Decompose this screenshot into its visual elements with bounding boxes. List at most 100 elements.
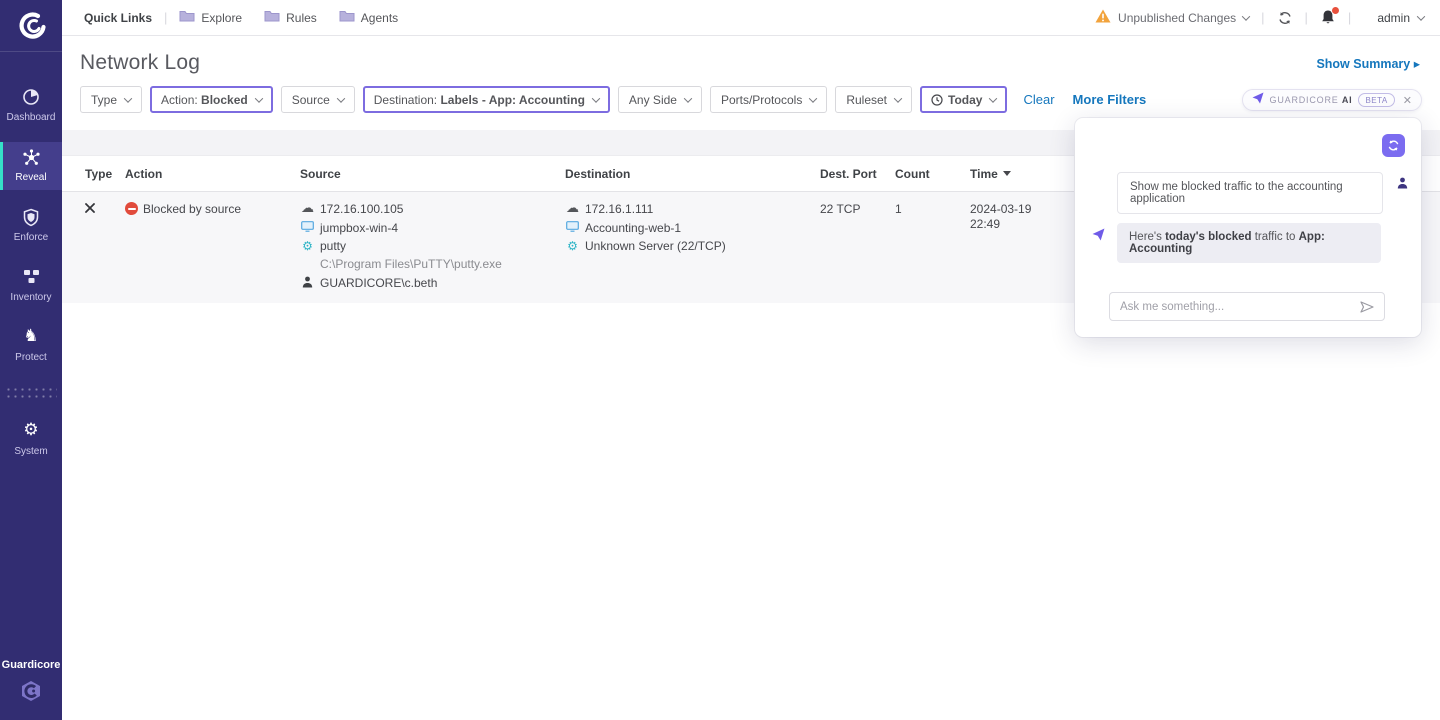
cell-source: ☁172.16.100.105 jumpbox-win-4 ⚙putty C:\… [300, 202, 565, 290]
nav-link-label: Agents [361, 11, 398, 25]
ai-input-container [1109, 292, 1385, 321]
chevron-down-icon [684, 94, 692, 102]
sidebar: Dashboard Reveal Enforce [0, 0, 62, 720]
cell-destination: ☁172.16.1.111 Accounting-web-1 ⚙Unknown … [565, 202, 820, 290]
sidebar-item-protect[interactable]: ♞ Protect [0, 322, 62, 370]
user-avatar-icon [1397, 176, 1408, 194]
gear-icon: ⚙ [0, 422, 62, 442]
sidebar-item-reveal[interactable]: Reveal [0, 142, 62, 190]
clock-icon [931, 94, 943, 106]
sidebar-item-label: Reveal [15, 172, 46, 183]
show-summary-link[interactable]: Show Summary ▸ [1316, 57, 1420, 71]
dashboard-icon [0, 88, 62, 108]
nav-link-agents[interactable]: Agents [339, 10, 398, 25]
filter-any-side[interactable]: Any Side [618, 86, 702, 113]
filter-bar: Type Action: Blocked Source Destination:… [80, 86, 1146, 113]
user-icon [300, 276, 315, 290]
sidebar-item-label: Inventory [10, 292, 51, 303]
unpublished-changes-label: Unpublished Changes [1118, 11, 1236, 25]
sidebar-item-label: System [14, 446, 47, 457]
caret-right-icon: ▸ [1414, 58, 1420, 71]
nav-link-label: Rules [286, 11, 317, 25]
divider: | [164, 10, 167, 25]
ai-brand-label: GUARDICORE AI [1270, 95, 1353, 105]
filter-action[interactable]: Action: Blocked [150, 86, 273, 113]
ai-reply-message: Here's today's blocked traffic to App: A… [1117, 223, 1381, 263]
filter-ruleset[interactable]: Ruleset [835, 86, 912, 113]
monitor-icon [300, 221, 315, 234]
process-gear-icon: ⚙ [565, 240, 580, 252]
chevron-down-icon [894, 94, 902, 102]
ai-question-input[interactable] [1120, 301, 1360, 313]
quick-links-button[interactable]: Quick Links [84, 11, 152, 25]
username-label: admin [1377, 11, 1410, 25]
sidebar-divider [5, 386, 57, 400]
user-menu[interactable]: admin [1377, 11, 1424, 25]
guardicore-ai-toggle[interactable]: GUARDICORE AI BETA ✕ [1242, 89, 1422, 111]
filter-ports-protocols[interactable]: Ports/Protocols [710, 86, 827, 113]
filter-destination[interactable]: Destination: Labels - App: Accounting [363, 86, 610, 113]
chevron-down-icon [254, 94, 262, 102]
inventory-icon [0, 268, 62, 288]
filter-source[interactable]: Source [281, 86, 355, 113]
cell-count: 1 [895, 202, 970, 290]
sidebar-item-label: Protect [15, 352, 47, 363]
nav-link-label: Explore [201, 11, 242, 25]
unpublished-changes-button[interactable]: Unpublished Changes [1095, 9, 1249, 26]
sort-desc-icon [1003, 171, 1011, 176]
filter-type[interactable]: Type [80, 86, 142, 113]
sidebar-item-inventory[interactable]: Inventory [0, 262, 62, 310]
chevron-down-icon [124, 94, 132, 102]
divider: | [1348, 10, 1351, 25]
ai-assistant-panel: Show me blocked traffic to the accountin… [1075, 118, 1421, 337]
cell-type [85, 202, 125, 290]
ai-user-message: Show me blocked traffic to the accountin… [1117, 172, 1383, 214]
filter-time-today[interactable]: Today [920, 86, 1007, 113]
folder-icon [264, 10, 280, 25]
process-gear-icon: ⚙ [300, 240, 315, 252]
chevron-down-icon [337, 94, 345, 102]
action-label: Blocked by source [143, 203, 241, 215]
column-header-source[interactable]: Source [300, 167, 565, 181]
cloud-icon: ☁ [300, 202, 315, 215]
refresh-icon[interactable] [1277, 10, 1293, 26]
notification-badge [1331, 6, 1340, 15]
clear-filters-button[interactable]: Clear [1023, 92, 1054, 107]
sidebar-item-enforce[interactable]: Enforce [0, 202, 62, 250]
column-header-dest-port[interactable]: Dest. Port [820, 167, 895, 181]
sidebar-item-label: Dashboard [7, 112, 56, 123]
send-icon[interactable] [1360, 301, 1374, 313]
close-icon[interactable]: ✕ [1403, 95, 1412, 106]
cell-action: Blocked by source [125, 202, 300, 290]
divider: | [1261, 10, 1264, 25]
column-header-type[interactable]: Type [85, 167, 125, 181]
reveal-network-icon [0, 148, 62, 168]
x-mark-icon [85, 202, 95, 216]
notifications-bell-icon[interactable] [1320, 9, 1336, 26]
top-navbar: Quick Links | Explore Rules Agents Unpub… [62, 0, 1440, 36]
blocked-icon [125, 202, 138, 215]
nav-link-rules[interactable]: Rules [264, 10, 317, 25]
paper-plane-icon [1252, 91, 1264, 109]
shield-icon [0, 208, 62, 228]
sidebar-item-system[interactable]: ⚙ System [0, 416, 62, 464]
cell-dest-port: 22 TCP [820, 202, 895, 290]
guardicore-logo-icon[interactable] [0, 0, 62, 52]
more-filters-button[interactable]: More Filters [1073, 92, 1147, 107]
warning-icon [1095, 9, 1111, 26]
nav-link-explore[interactable]: Explore [179, 10, 242, 25]
sidebar-footer: Guardicore [0, 659, 62, 720]
guardicore-cube-icon [19, 690, 43, 707]
chevron-down-icon [809, 94, 817, 102]
sidebar-item-label: Enforce [14, 232, 48, 243]
sidebar-item-dashboard[interactable]: Dashboard [0, 82, 62, 130]
column-header-destination[interactable]: Destination [565, 167, 820, 181]
chevron-down-icon [592, 94, 600, 102]
restart-conversation-button[interactable] [1382, 134, 1405, 157]
column-header-action[interactable]: Action [125, 167, 300, 181]
beta-badge: BETA [1358, 93, 1394, 107]
ai-paper-plane-icon [1092, 228, 1105, 246]
chevron-down-icon [989, 94, 997, 102]
column-header-count[interactable]: Count [895, 167, 970, 181]
chevron-down-icon [1242, 12, 1250, 20]
